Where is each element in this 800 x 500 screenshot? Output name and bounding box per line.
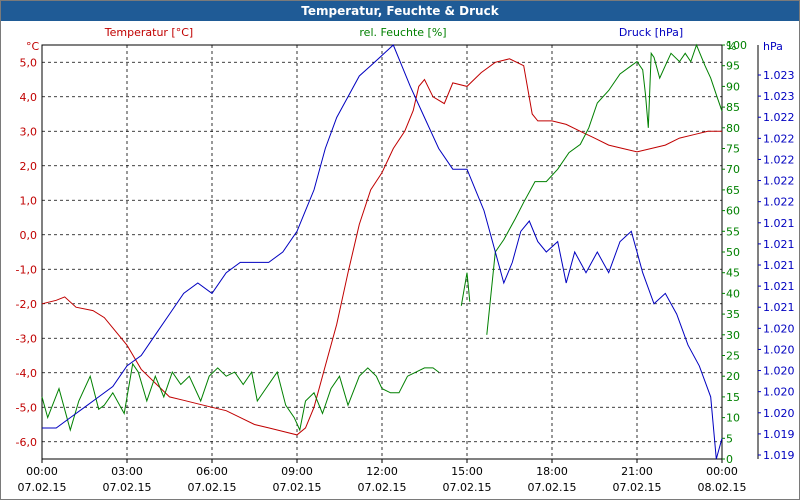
press-axis-unit: hPa — [763, 40, 783, 53]
x-tick-date: 07.02.15 — [18, 481, 67, 494]
x-tick-date: 07.02.15 — [528, 481, 577, 494]
hum-tick-label: 65 — [726, 184, 740, 197]
press-tick-label: 1.020 — [763, 407, 795, 420]
hum-tick-label: 90 — [726, 80, 740, 93]
x-tick-date: 07.02.15 — [103, 481, 152, 494]
x-tick-date: 07.02.15 — [613, 481, 662, 494]
x-tick-time: 00:00 — [706, 465, 738, 478]
hum-tick-label: 45 — [726, 267, 740, 280]
press-tick-label: 1.020 — [763, 322, 795, 335]
temp-tick-label: -4,0 — [16, 367, 37, 380]
hum-tick-label: 15 — [726, 391, 740, 404]
x-tick-time: 00:00 — [26, 465, 58, 478]
legend-temperature: Temperatur [°C] — [104, 26, 193, 39]
press-tick-label: 1.022 — [763, 196, 795, 209]
hum-tick-label: 40 — [726, 287, 740, 300]
hum-tick-label: 20 — [726, 370, 740, 383]
legend-pressure: Druck [hPa] — [619, 26, 683, 39]
hum-tick-label: 70 — [726, 163, 740, 176]
press-tick-label: 1.021 — [763, 217, 795, 230]
press-tick-label: 1.020 — [763, 343, 795, 356]
temp-tick-label: 1,0 — [20, 194, 38, 207]
hum-tick-label: 30 — [726, 329, 740, 342]
x-tick-date: 07.02.15 — [443, 481, 492, 494]
x-tick-time: 06:00 — [196, 465, 228, 478]
x-tick-date: 07.02.15 — [273, 481, 322, 494]
press-tick-label: 1.023 — [763, 69, 795, 82]
hum-tick-label: 35 — [726, 308, 740, 321]
temp-tick-label: -5,0 — [16, 401, 37, 414]
temp-tick-label: 5,0 — [20, 56, 38, 69]
press-tick-label: 1.021 — [763, 238, 795, 251]
hum-tick-label: 10 — [726, 412, 740, 425]
temp-axis-unit: °C — [26, 40, 40, 53]
press-tick-label: 1.021 — [763, 280, 795, 293]
x-tick-time: 15:00 — [451, 465, 483, 478]
x-tick-time: 09:00 — [281, 465, 313, 478]
chart-title: Temperatur, Feuchte & Druck — [1, 1, 799, 21]
press-tick-label: 1.019 — [763, 428, 795, 441]
temp-tick-label: -3,0 — [16, 332, 37, 345]
hum-tick-label: 75 — [726, 143, 740, 156]
labels: 5,0 4,0 3,0 2,0 1,0 0,0 -1,0 -2,0 -3,0 -4,0 -5,0 -6… — [16, 26, 795, 494]
legend-humidity: rel. Feuchte [%] — [359, 26, 446, 39]
press-tick-label: 1.020 — [763, 386, 795, 399]
hum-tick-label: 95 — [726, 60, 740, 73]
temp-tick-label: 0,0 — [20, 229, 38, 242]
temp-tick-label: -6,0 — [16, 436, 37, 449]
x-tick-time: 21:00 — [621, 465, 653, 478]
hum-tick-label: 85 — [726, 101, 740, 114]
x-tick-time: 18:00 — [536, 465, 568, 478]
press-tick-label: 1.022 — [763, 175, 795, 188]
temperature-line — [41, 58, 722, 436]
hum-tick-label: 60 — [726, 205, 740, 218]
hum-tick-label: 80 — [726, 122, 740, 135]
chart-window: Temperatur, Feuchte & Druck 5,0 4,0 3,0 2,0… — [0, 0, 800, 500]
press-tick-label: 1.022 — [763, 111, 795, 124]
temp-tick-label: -1,0 — [16, 263, 37, 276]
press-tick-label: 1.023 — [763, 90, 795, 103]
hum-tick-label: 0 — [726, 453, 733, 466]
axes — [41, 44, 761, 463]
grid — [42, 45, 722, 459]
temp-tick-label: -2,0 — [16, 298, 37, 311]
x-tick-time: 03:00 — [111, 465, 143, 478]
press-tick-label: 1.021 — [763, 301, 795, 314]
press-tick-label: 1.022 — [763, 132, 795, 145]
temp-tick-label: 2,0 — [20, 160, 38, 173]
hum-axis-unit: % — [726, 40, 736, 53]
hum-tick-label: 25 — [726, 350, 740, 363]
hum-tick-label: 55 — [726, 225, 740, 238]
hum-tick-label: 50 — [726, 246, 740, 259]
chart-canvas: 5,0 4,0 3,0 2,0 1,0 0,0 -1,0 -2,0 -3,0 -4,0 -5,0 -6… — [16, 26, 795, 494]
hum-tick-label: 5 — [726, 432, 733, 445]
temp-tick-label: 3,0 — [20, 125, 38, 138]
x-tick-time: 12:00 — [366, 465, 398, 478]
x-tick-date: 07.02.15 — [188, 481, 237, 494]
press-tick-label: 1.020 — [763, 365, 795, 378]
x-tick-date: 07.02.15 — [358, 481, 407, 494]
press-tick-label: 1.022 — [763, 153, 795, 166]
x-tick-date: 08.02.15 — [698, 481, 747, 494]
press-tick-label: 1.019 — [763, 449, 795, 462]
press-tick-label: 1.021 — [763, 259, 795, 272]
temp-tick-label: 4,0 — [20, 91, 38, 104]
